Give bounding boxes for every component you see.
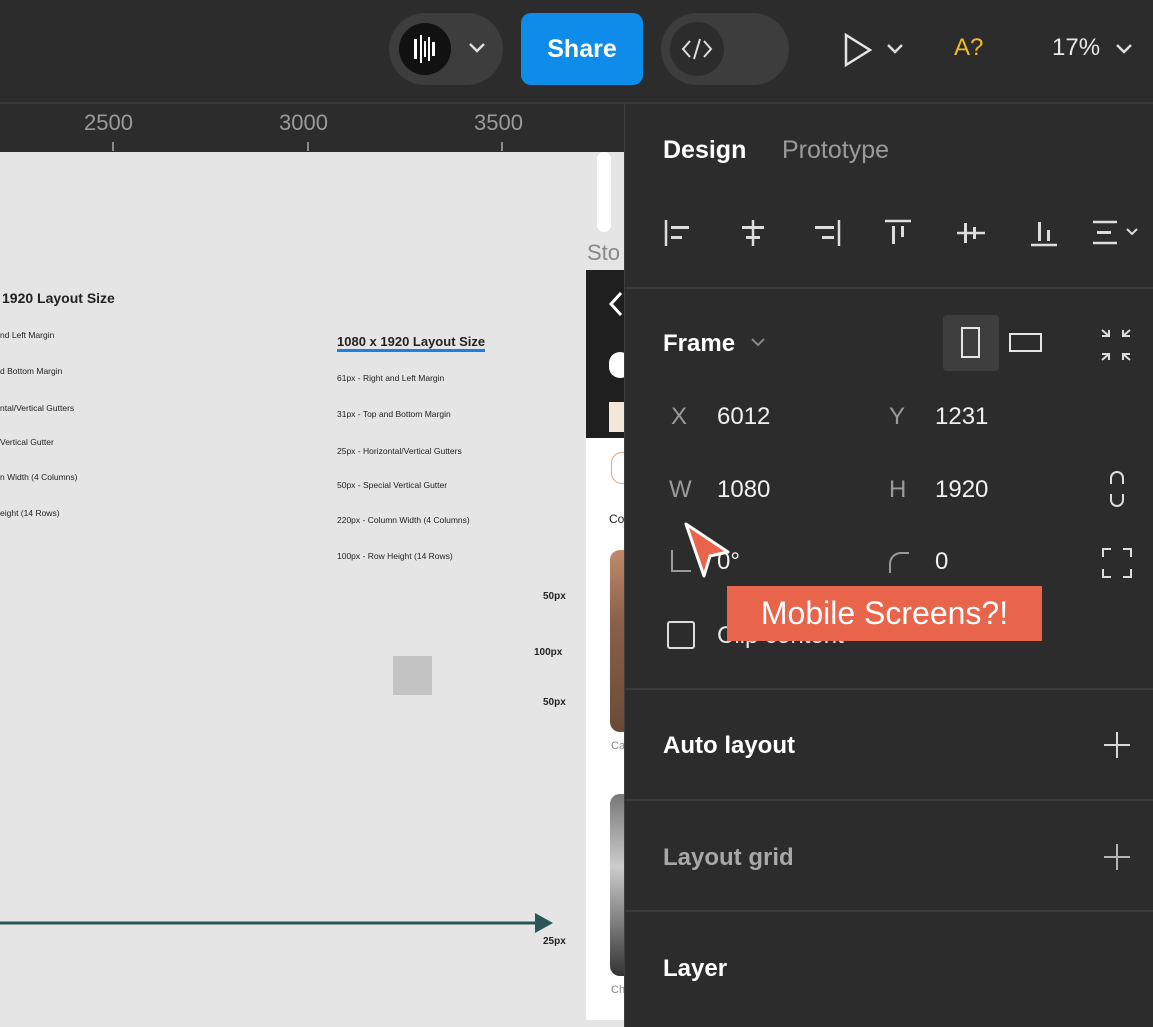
dimension-label: 100px [534,647,563,658]
y-input[interactable]: 1231 [935,403,988,431]
avatar[interactable] [399,23,451,75]
spec-item: n Width (4 Columns) [0,472,78,482]
frame-dropdown[interactable]: Frame [663,330,768,358]
layout-heading-left: 1920 Layout Size [2,290,115,306]
spec-item: nd Left Margin [0,330,55,340]
align-left-icon[interactable] [663,218,695,248]
arrow-line [0,913,553,933]
zoom-dropdown[interactable]: 17% [1052,34,1135,62]
x-input[interactable]: 6012 [717,403,770,431]
top-toolbar: Share A? 17% [0,0,1153,104]
phone-image [610,550,624,732]
distribute-menu-icon[interactable] [1091,218,1143,248]
cursor-arrow-icon [684,522,730,578]
annotation-tooltip: Mobile Screens?! [727,586,1042,641]
w-input[interactable]: 1080 [717,476,770,504]
divider [625,688,1153,690]
dimension-label: 50px [543,591,566,602]
phone-text: Ca [611,740,624,752]
add-layout-grid-icon[interactable] [1104,844,1130,870]
layer-heading: Layer [663,955,728,982]
h-input[interactable]: 1920 [935,476,988,504]
chevron-down-icon[interactable] [465,35,489,59]
align-right-icon[interactable] [810,218,842,248]
add-auto-layout-icon[interactable] [1104,732,1130,758]
zoom-label: 17% [1052,34,1101,61]
back-arrow-icon[interactable] [605,290,624,318]
dimension-label: 50px [543,697,566,708]
layout-grid-heading: Layout grid [663,844,794,871]
spec-item: 31px - Top and Bottom Margin [337,409,451,419]
corner-radius-icon [889,552,909,573]
y-label: Y [889,403,906,430]
w-label: W [669,476,692,503]
ruler-tick [307,142,309,151]
resize-to-fit-icon[interactable] [1099,328,1133,362]
phone-text: Ch [611,984,624,996]
dimension-label: 25px [543,936,566,947]
portrait-icon [961,327,980,358]
divider [625,287,1153,289]
spec-item: 220px - Column Width (4 Columns) [337,515,470,525]
chevron-down-icon [751,338,765,347]
sample-square[interactable] [393,656,432,695]
frame-label[interactable]: Sto [587,240,620,266]
horizontal-ruler: 2500 3000 3500 [0,104,624,153]
missing-fonts-indicator[interactable]: A? [954,34,983,62]
tab-prototype[interactable]: Prototype [782,136,889,165]
constrain-proportions-icon[interactable] [1105,470,1129,508]
divider [625,910,1153,912]
share-button[interactable]: Share [521,13,643,85]
frame-label: Frame [663,330,736,357]
portrait-button[interactable] [943,315,999,371]
ruler-label: 3000 [279,110,328,135]
spec-item: 61px - Right and Left Margin [337,373,445,383]
layout-heading-right: 1080 x 1920 Layout Size [337,334,486,352]
code-icon [681,38,713,60]
spec-item: 100px - Row Height (14 Rows) [337,551,453,561]
ruler-label: 3500 [474,110,523,135]
spec-item: ntal/Vertical Gutters [0,403,75,413]
spec-item: Vertical Gutter [0,437,54,447]
toggle-knob [670,22,724,76]
spec-item: eight (14 Rows) [0,508,60,518]
dev-mode-toggle[interactable] [661,13,789,85]
multiplayer-menu[interactable] [389,13,503,85]
phone-image [610,794,624,976]
phone-chip [609,402,624,432]
ruler-tick [112,142,114,151]
spec-item: 25px - Horizontal/Vertical Gutters [337,446,462,456]
ruler-tick [501,142,503,151]
divider [625,799,1153,801]
ruler-label: 2500 [84,110,133,135]
play-icon[interactable] [842,32,908,68]
phone-pill [611,452,624,484]
h-label: H [889,476,907,503]
clip-content-checkbox[interactable] [667,621,695,649]
x-label: X [671,403,688,430]
check-badge [609,352,624,378]
spec-item: 50px - Special Vertical Gutter [337,480,448,490]
align-top-icon[interactable] [883,218,915,248]
audio-bars-icon [414,35,435,63]
chevron-down-icon [1115,43,1132,54]
align-bottom-icon[interactable] [1029,218,1061,248]
canvas-scrollbar[interactable] [597,152,611,232]
landscape-icon[interactable] [1005,327,1047,359]
corner-radius-input[interactable]: 0 [935,548,948,576]
phone-text: Co [609,512,624,526]
align-vertical-center-icon[interactable] [955,218,987,248]
auto-layout-heading: Auto layout [663,732,795,759]
tab-design[interactable]: Design [663,136,746,165]
design-canvas[interactable]: Sto 1920 Layout Size nd Left Margin d Bo… [0,152,624,1027]
independent-corners-icon[interactable] [1101,547,1133,579]
spec-item: d Bottom Margin [0,366,63,376]
align-horizontal-center-icon[interactable] [737,218,769,248]
